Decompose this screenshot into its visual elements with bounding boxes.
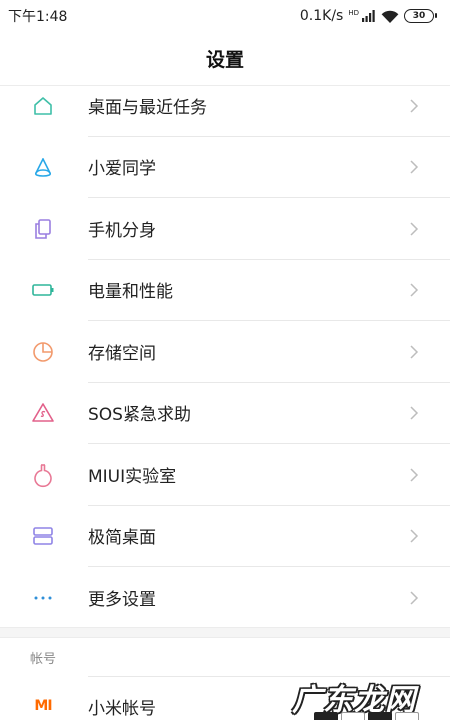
watermark-strip bbox=[314, 712, 419, 720]
settings-item-lab[interactable]: MIUI实验室 bbox=[0, 444, 450, 506]
status-bar: 下午1:48 0.1K/s HD 30 bbox=[0, 0, 450, 32]
settings-item-xiaoai[interactable]: 小爱同学 bbox=[0, 137, 450, 198]
section-divider bbox=[0, 627, 450, 638]
chevron-right-icon bbox=[410, 160, 419, 174]
status-indicators: 0.1K/s HD 30 bbox=[299, 8, 437, 24]
settings-item-desktop[interactable]: 桌面与最近任务 bbox=[0, 75, 450, 137]
more-dots-icon bbox=[0, 586, 88, 610]
settings-list: 桌面与最近任务 小爱同学 手机分身 电量和性能 存储空间 SOS紧急求助 MIU… bbox=[0, 75, 450, 629]
status-time: 下午1:48 bbox=[8, 9, 68, 25]
settings-item-more[interactable]: 更多设置 bbox=[0, 567, 450, 629]
network-speed: 0.1K/s bbox=[299, 8, 344, 24]
chevron-right-icon bbox=[410, 99, 419, 113]
battery-indicator: 30 bbox=[404, 9, 437, 23]
settings-item-label: MIUI实验室 bbox=[88, 444, 450, 506]
home-icon bbox=[0, 94, 88, 118]
chevron-right-icon bbox=[410, 222, 419, 236]
settings-item-storage[interactable]: 存储空间 bbox=[0, 321, 450, 383]
settings-item-battery[interactable]: 电量和性能 bbox=[0, 260, 450, 321]
signal-icon bbox=[362, 10, 375, 22]
settings-item-label: 极简桌面 bbox=[88, 506, 450, 567]
clone-icon bbox=[0, 217, 88, 241]
settings-item-label: 存储空间 bbox=[88, 321, 450, 383]
settings-item-label: 电量和性能 bbox=[88, 260, 450, 321]
chevron-right-icon bbox=[410, 283, 419, 297]
mi-logo-icon: MI bbox=[0, 698, 88, 714]
settings-item-label: 桌面与最近任务 bbox=[88, 75, 450, 137]
pie-chart-icon bbox=[0, 340, 88, 364]
chevron-right-icon bbox=[410, 345, 419, 359]
hd-label: HD bbox=[348, 9, 359, 17]
chevron-right-icon bbox=[410, 591, 419, 605]
settings-item-simple-desktop[interactable]: 极简桌面 bbox=[0, 506, 450, 567]
chevron-right-icon bbox=[410, 529, 419, 543]
account-section-header: 帐号 bbox=[30, 652, 57, 667]
battery-icon bbox=[0, 278, 88, 302]
settings-item-label: 更多设置 bbox=[88, 590, 156, 611]
sos-icon bbox=[0, 401, 88, 425]
chevron-right-icon bbox=[410, 406, 419, 420]
chevron-right-icon bbox=[410, 468, 419, 482]
settings-item-label: 小爱同学 bbox=[88, 137, 450, 198]
flask-icon bbox=[0, 463, 88, 487]
settings-item-sos[interactable]: SOS紧急求助 bbox=[0, 383, 450, 444]
settings-item-label: 手机分身 bbox=[88, 198, 450, 260]
page-title: 设置 bbox=[205, 49, 244, 71]
wifi-icon bbox=[381, 10, 399, 23]
xiaoai-icon bbox=[0, 155, 88, 179]
settings-item-label: 小米帐号 bbox=[88, 698, 156, 719]
battery-level: 30 bbox=[412, 11, 426, 21]
settings-item-label: SOS紧急求助 bbox=[88, 383, 450, 444]
mi-logo-text: MI bbox=[34, 698, 52, 714]
simple-desktop-icon bbox=[0, 524, 88, 548]
settings-item-clone[interactable]: 手机分身 bbox=[0, 198, 450, 260]
